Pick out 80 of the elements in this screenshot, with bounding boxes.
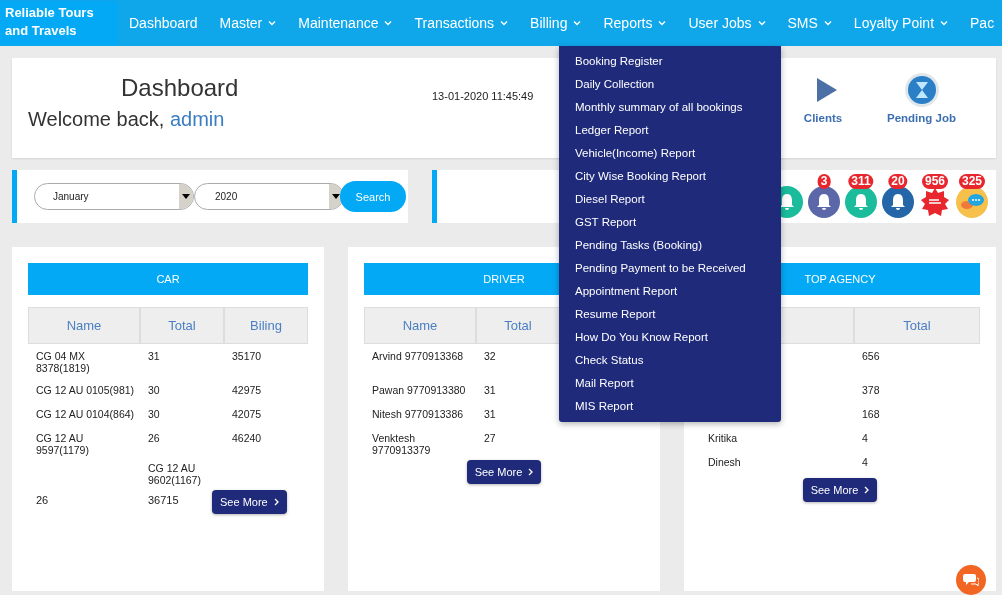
table-cell-text: 26 xyxy=(147,431,161,446)
date-time: 13-01-2020 11:45:49 xyxy=(432,90,535,104)
table-header-cell: Total xyxy=(854,307,980,344)
table-cell-text: 30 xyxy=(147,407,161,422)
dropdown-menu-item[interactable]: Diesel Report xyxy=(559,188,781,211)
dropdown-menu-item[interactable]: Resume Report xyxy=(559,303,781,326)
dropdown-menu-item[interactable]: Monthly summary of all bookings xyxy=(559,96,781,119)
count-badge: 20 xyxy=(888,173,908,189)
hourglass-icon xyxy=(903,72,940,108)
table-cell-text: 32 xyxy=(483,349,497,364)
table-cell-text: 4 xyxy=(861,455,869,470)
table-cell-text: 36715 xyxy=(147,493,180,506)
dropdown-menu-item[interactable]: City Wise Booking Report xyxy=(559,165,781,188)
table-cell-text: 42075 xyxy=(231,407,263,422)
bell-icon xyxy=(853,192,869,211)
table-cell-text: 27 xyxy=(483,431,497,446)
table-cell-text: 31 xyxy=(147,349,161,364)
table-cell-text: 4 xyxy=(861,431,869,446)
dropdown-menu-item[interactable]: Pending Tasks (Booking) xyxy=(559,234,781,257)
bell-icon xyxy=(816,192,832,211)
dropdown-menu-item[interactable]: Ledger Report xyxy=(559,119,781,142)
bell-icon xyxy=(890,192,906,211)
table-cell-text: 656 xyxy=(861,349,881,364)
table-cell-text: 35170 xyxy=(231,349,263,364)
month-select[interactable]: January xyxy=(34,183,194,210)
table-cell-text: CG 12 AU 9602(1167) xyxy=(147,461,202,486)
dropdown-menu-item[interactable]: Check Status xyxy=(559,349,781,372)
table-cell-text: 46240 xyxy=(231,431,263,446)
card-title-bar: CAR xyxy=(28,263,308,295)
see-more-button[interactable]: See More xyxy=(466,460,542,484)
table-cell-text: 31 xyxy=(483,407,497,422)
table-header-cell: Name xyxy=(28,307,140,344)
table-cell-text: CG 04 MX 8378(1819) xyxy=(35,349,91,376)
dropdown-menu-item[interactable]: Vehicle(Income) Report xyxy=(559,142,781,165)
offer-starburst-icon xyxy=(920,186,950,217)
count-badge: 325 xyxy=(959,173,985,189)
dropdown-menu-item[interactable]: Daily Collection xyxy=(559,73,781,96)
bell-icon xyxy=(779,192,795,211)
table-cell-text: Arvind 9770913368 xyxy=(371,349,465,364)
table-cell-text: 168 xyxy=(861,407,881,422)
table-cell-text: Pawan 9770913380 xyxy=(371,383,467,398)
dropdown-menu-item[interactable]: Mail Report xyxy=(559,372,781,395)
table-cell-text: CG 12 AU 0104(864) xyxy=(35,407,136,422)
dropdown-arrow-icon xyxy=(182,194,190,199)
table-cell-text: 378 xyxy=(861,383,881,398)
page-title: Dashboard xyxy=(121,74,240,102)
dashboard-tile[interactable]: Clients xyxy=(803,72,843,124)
year-select[interactable]: 2020 xyxy=(194,183,344,210)
chevron-right-icon xyxy=(528,468,534,476)
table-header-cell: Biling xyxy=(224,307,308,344)
table-header-cell: Name xyxy=(364,307,476,344)
dropdown-menu-item[interactable]: Booking Register xyxy=(559,50,781,73)
dropdown-menu-item[interactable]: How Do You Know Report xyxy=(559,326,781,349)
table-cell-text: 31 xyxy=(483,383,497,398)
chat-icon xyxy=(963,573,979,587)
table-header-cell: Total xyxy=(476,307,560,344)
notification-button[interactable] xyxy=(808,185,840,218)
table-cell-text: 30 xyxy=(147,383,161,398)
table-cell-text: Kritika xyxy=(707,431,739,446)
welcome-text: Welcome back, admin xyxy=(28,108,226,131)
chevron-right-icon xyxy=(864,486,870,494)
table-cell-text: CG 12 AU 0105(981) xyxy=(35,383,136,398)
table-cell-text: 42975 xyxy=(231,383,263,398)
count-badge: 3 xyxy=(817,173,831,189)
table-cell-text: Venktesh 9770913379 xyxy=(371,431,432,456)
table-header-cell: Total xyxy=(140,307,224,344)
table-cell-text: 26 xyxy=(35,493,50,506)
dropdown-menu-item[interactable]: GST Report xyxy=(559,211,781,234)
table-cell-text: CG 12 AU 9597(1179) xyxy=(35,431,90,456)
dropdown-menu-item[interactable]: MIS Report xyxy=(559,395,781,418)
dropdown-arrow-icon xyxy=(332,194,340,199)
see-more-button[interactable]: See More xyxy=(802,478,878,502)
chevron-right-icon xyxy=(273,498,279,506)
count-badge: 956 xyxy=(922,173,948,189)
table-cell-text: Nitesh 9770913386 xyxy=(371,407,465,422)
see-more-button[interactable]: See More xyxy=(212,490,287,514)
notification-button[interactable] xyxy=(882,185,914,218)
count-badge: 311 xyxy=(848,173,874,189)
table-cell-text: Dinesh xyxy=(707,455,742,470)
dashboard-tile[interactable]: Pending Job xyxy=(887,72,956,124)
